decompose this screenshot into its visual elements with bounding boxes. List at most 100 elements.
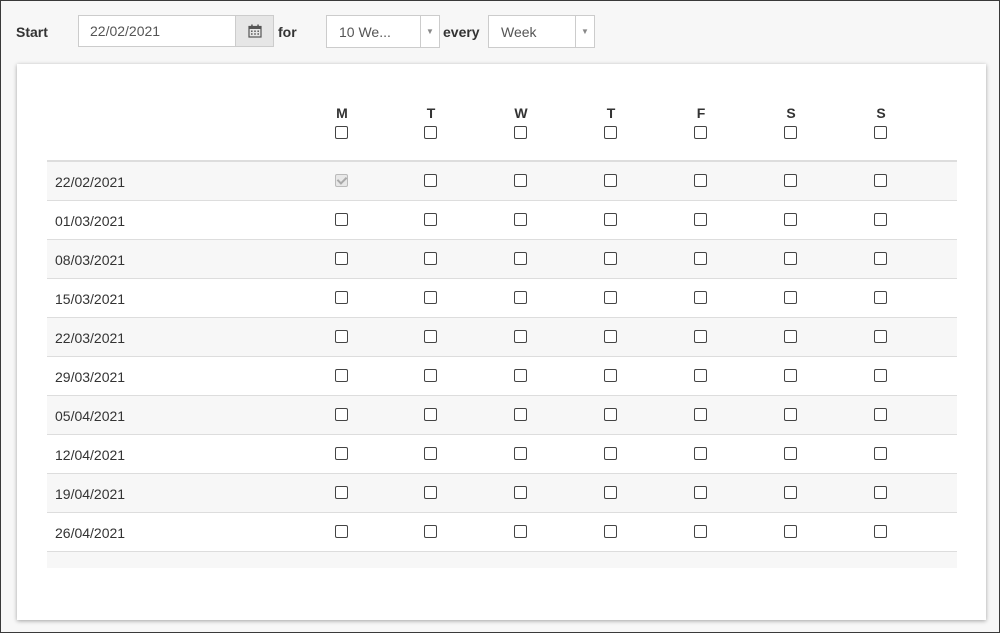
interval-select[interactable]: Week ▼ (488, 15, 595, 48)
tuesday-checkbox[interactable] (424, 486, 437, 499)
tuesday-checkbox[interactable] (424, 213, 437, 226)
friday-checkbox[interactable] (694, 213, 707, 226)
interval-dropdown-toggle[interactable]: ▼ (575, 16, 594, 47)
thursday-checkbox[interactable] (604, 408, 617, 421)
calendar-button[interactable] (235, 15, 274, 47)
monday-checkbox[interactable] (335, 525, 348, 538)
thursday-checkbox[interactable] (604, 369, 617, 382)
sunday-checkbox[interactable] (874, 213, 887, 226)
select-all-friday-checkbox[interactable] (694, 126, 707, 139)
friday-checkbox[interactable] (694, 525, 707, 538)
select-all-sunday-checkbox[interactable] (874, 126, 887, 139)
week-start-date: 19/04/2021 (55, 486, 126, 502)
sunday-checkbox[interactable] (874, 486, 887, 499)
thursday-checkbox[interactable] (604, 447, 617, 460)
thursday-checkbox[interactable] (604, 174, 617, 187)
wednesday-checkbox[interactable] (514, 369, 527, 382)
sunday-checkbox[interactable] (874, 330, 887, 343)
grid-footer (47, 552, 957, 568)
sunday-checkbox[interactable] (874, 291, 887, 304)
week-row: 15/03/2021 (47, 279, 957, 318)
sunday-checkbox[interactable] (874, 252, 887, 265)
saturday-checkbox[interactable] (784, 174, 797, 187)
monday-checkbox[interactable] (335, 408, 348, 421)
wednesday-checkbox[interactable] (514, 486, 527, 499)
interval-value: Week (501, 24, 537, 40)
saturday-checkbox[interactable] (784, 213, 797, 226)
thursday-checkbox[interactable] (604, 486, 617, 499)
sunday-checkbox[interactable] (874, 408, 887, 421)
saturday-checkbox[interactable] (784, 408, 797, 421)
monday-checkbox[interactable] (335, 252, 348, 265)
week-start-date: 29/03/2021 (55, 369, 126, 385)
wednesday-checkbox[interactable] (514, 408, 527, 421)
thursday-checkbox[interactable] (604, 213, 617, 226)
duration-dropdown-toggle[interactable]: ▼ (420, 16, 439, 47)
monday-checkbox[interactable] (335, 213, 348, 226)
wednesday-checkbox[interactable] (514, 252, 527, 265)
tuesday-checkbox[interactable] (424, 408, 437, 421)
saturday-checkbox[interactable] (784, 486, 797, 499)
saturday-checkbox[interactable] (784, 330, 797, 343)
recurrence-grid: M T W T F S S 22/02/2021 01/03/2021 08/03/2021 15… (47, 64, 957, 568)
saturday-checkbox[interactable] (784, 252, 797, 265)
schedule-toolbar: Start for 10 We... ▼ every Week ▼ (0, 0, 1000, 60)
monday-checkbox[interactable] (335, 447, 348, 460)
saturday-checkbox[interactable] (784, 291, 797, 304)
sunday-checkbox[interactable] (874, 369, 887, 382)
friday-checkbox[interactable] (694, 486, 707, 499)
tuesday-checkbox[interactable] (424, 447, 437, 460)
wednesday-checkbox[interactable] (514, 525, 527, 538)
duration-select[interactable]: 10 We... ▼ (326, 15, 440, 48)
saturday-checkbox[interactable] (784, 369, 797, 382)
tuesday-checkbox[interactable] (424, 369, 437, 382)
thursday-checkbox[interactable] (604, 330, 617, 343)
week-row: 12/04/2021 (47, 435, 957, 474)
day-letter: T (426, 105, 436, 121)
calendar-icon (247, 24, 262, 38)
select-all-saturday-checkbox[interactable] (784, 126, 797, 139)
wednesday-checkbox[interactable] (514, 330, 527, 343)
wednesday-checkbox[interactable] (514, 447, 527, 460)
sunday-checkbox[interactable] (874, 447, 887, 460)
saturday-checkbox[interactable] (784, 525, 797, 538)
sunday-checkbox[interactable] (874, 525, 887, 538)
wednesday-checkbox[interactable] (514, 291, 527, 304)
monday-checkbox[interactable] (335, 330, 348, 343)
sunday-checkbox[interactable] (874, 174, 887, 187)
tuesday-checkbox[interactable] (424, 174, 437, 187)
friday-checkbox[interactable] (694, 447, 707, 460)
monday-checkbox[interactable] (335, 369, 348, 382)
friday-checkbox[interactable] (694, 252, 707, 265)
tuesday-checkbox[interactable] (424, 252, 437, 265)
schedule-card: M T W T F S S 22/02/2021 01/03/2021 08/03/2021 15… (17, 64, 986, 620)
thursday-checkbox[interactable] (604, 252, 617, 265)
week-row: 29/03/2021 (47, 357, 957, 396)
day-letter: W (514, 105, 528, 121)
week-start-date: 05/04/2021 (55, 408, 126, 424)
select-all-wednesday-checkbox[interactable] (514, 126, 527, 139)
saturday-checkbox[interactable] (784, 447, 797, 460)
select-all-thursday-checkbox[interactable] (604, 126, 617, 139)
thursday-checkbox[interactable] (604, 525, 617, 538)
friday-checkbox[interactable] (694, 174, 707, 187)
week-row: 08/03/2021 (47, 240, 957, 279)
monday-checkbox[interactable] (335, 486, 348, 499)
friday-checkbox[interactable] (694, 291, 707, 304)
tuesday-checkbox[interactable] (424, 525, 437, 538)
thursday-checkbox[interactable] (604, 291, 617, 304)
monday-checkbox[interactable] (335, 291, 348, 304)
select-all-tuesday-checkbox[interactable] (424, 126, 437, 139)
week-start-date: 22/02/2021 (55, 174, 126, 190)
wednesday-checkbox[interactable] (514, 213, 527, 226)
select-all-monday-checkbox[interactable] (335, 126, 348, 139)
week-row: 22/02/2021 (47, 162, 957, 201)
wednesday-checkbox[interactable] (514, 174, 527, 187)
start-date-input[interactable] (78, 15, 236, 47)
friday-checkbox[interactable] (694, 330, 707, 343)
tuesday-checkbox[interactable] (424, 291, 437, 304)
day-letter: S (876, 105, 886, 121)
tuesday-checkbox[interactable] (424, 330, 437, 343)
friday-checkbox[interactable] (694, 369, 707, 382)
friday-checkbox[interactable] (694, 408, 707, 421)
